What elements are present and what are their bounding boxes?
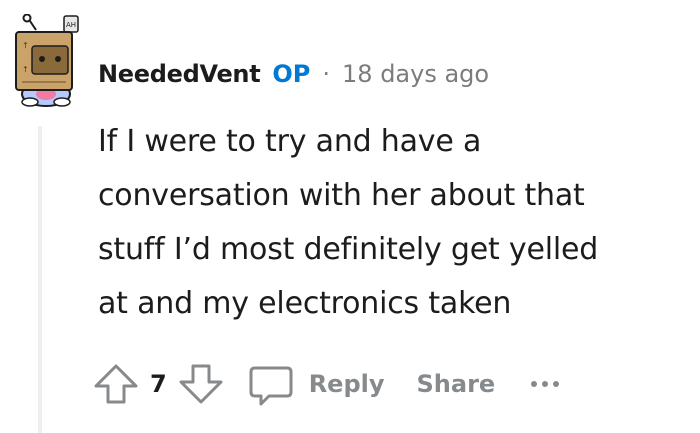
comment-body: If I were to try and have a conversation… xyxy=(98,115,688,331)
user-avatar[interactable]: AH ↑ ↑ xyxy=(6,13,82,108)
comment-actions: 7 Reply Share xyxy=(92,358,560,410)
horizontal-ellipsis-icon xyxy=(542,381,549,387)
horizontal-ellipsis-icon xyxy=(553,381,560,387)
horizontal-ellipsis-icon xyxy=(531,381,538,387)
comment-card: AH ↑ ↑ NeededVent OP · 18 days ago If I … xyxy=(0,0,700,433)
comment-meta: NeededVent OP · 18 days ago xyxy=(98,56,489,92)
comment-body-line: If I were to try and have a xyxy=(98,124,482,159)
svg-text:↑: ↑ xyxy=(22,41,29,50)
svg-text:AH: AH xyxy=(66,21,76,29)
arrow-down-outline-icon xyxy=(179,364,223,404)
comment-timestamp[interactable]: 18 days ago xyxy=(342,60,489,88)
downvote-button[interactable] xyxy=(177,360,225,408)
share-button[interactable]: Share xyxy=(417,370,496,398)
comment-body-line: stuff I’d most definitely get yelled xyxy=(98,232,599,267)
reply-label: Reply xyxy=(308,370,385,398)
speech-bubble-icon xyxy=(249,366,293,406)
op-badge: OP xyxy=(272,60,311,88)
reply-button[interactable]: Reply xyxy=(247,360,385,408)
vote-count: 7 xyxy=(150,370,167,398)
comment-body-line: conversation with her about that xyxy=(98,178,585,213)
thread-line[interactable] xyxy=(38,126,42,433)
snoo-avatar-icon: AH ↑ ↑ xyxy=(15,13,79,107)
svg-text:↑: ↑ xyxy=(22,65,29,74)
arrow-up-outline-icon xyxy=(94,364,138,404)
upvote-button[interactable] xyxy=(92,360,140,408)
meta-separator: · xyxy=(322,60,331,88)
comment-body-line: at and my electronics taken xyxy=(98,286,512,321)
more-options-button[interactable] xyxy=(531,374,560,394)
author-name[interactable]: NeededVent xyxy=(98,60,261,88)
